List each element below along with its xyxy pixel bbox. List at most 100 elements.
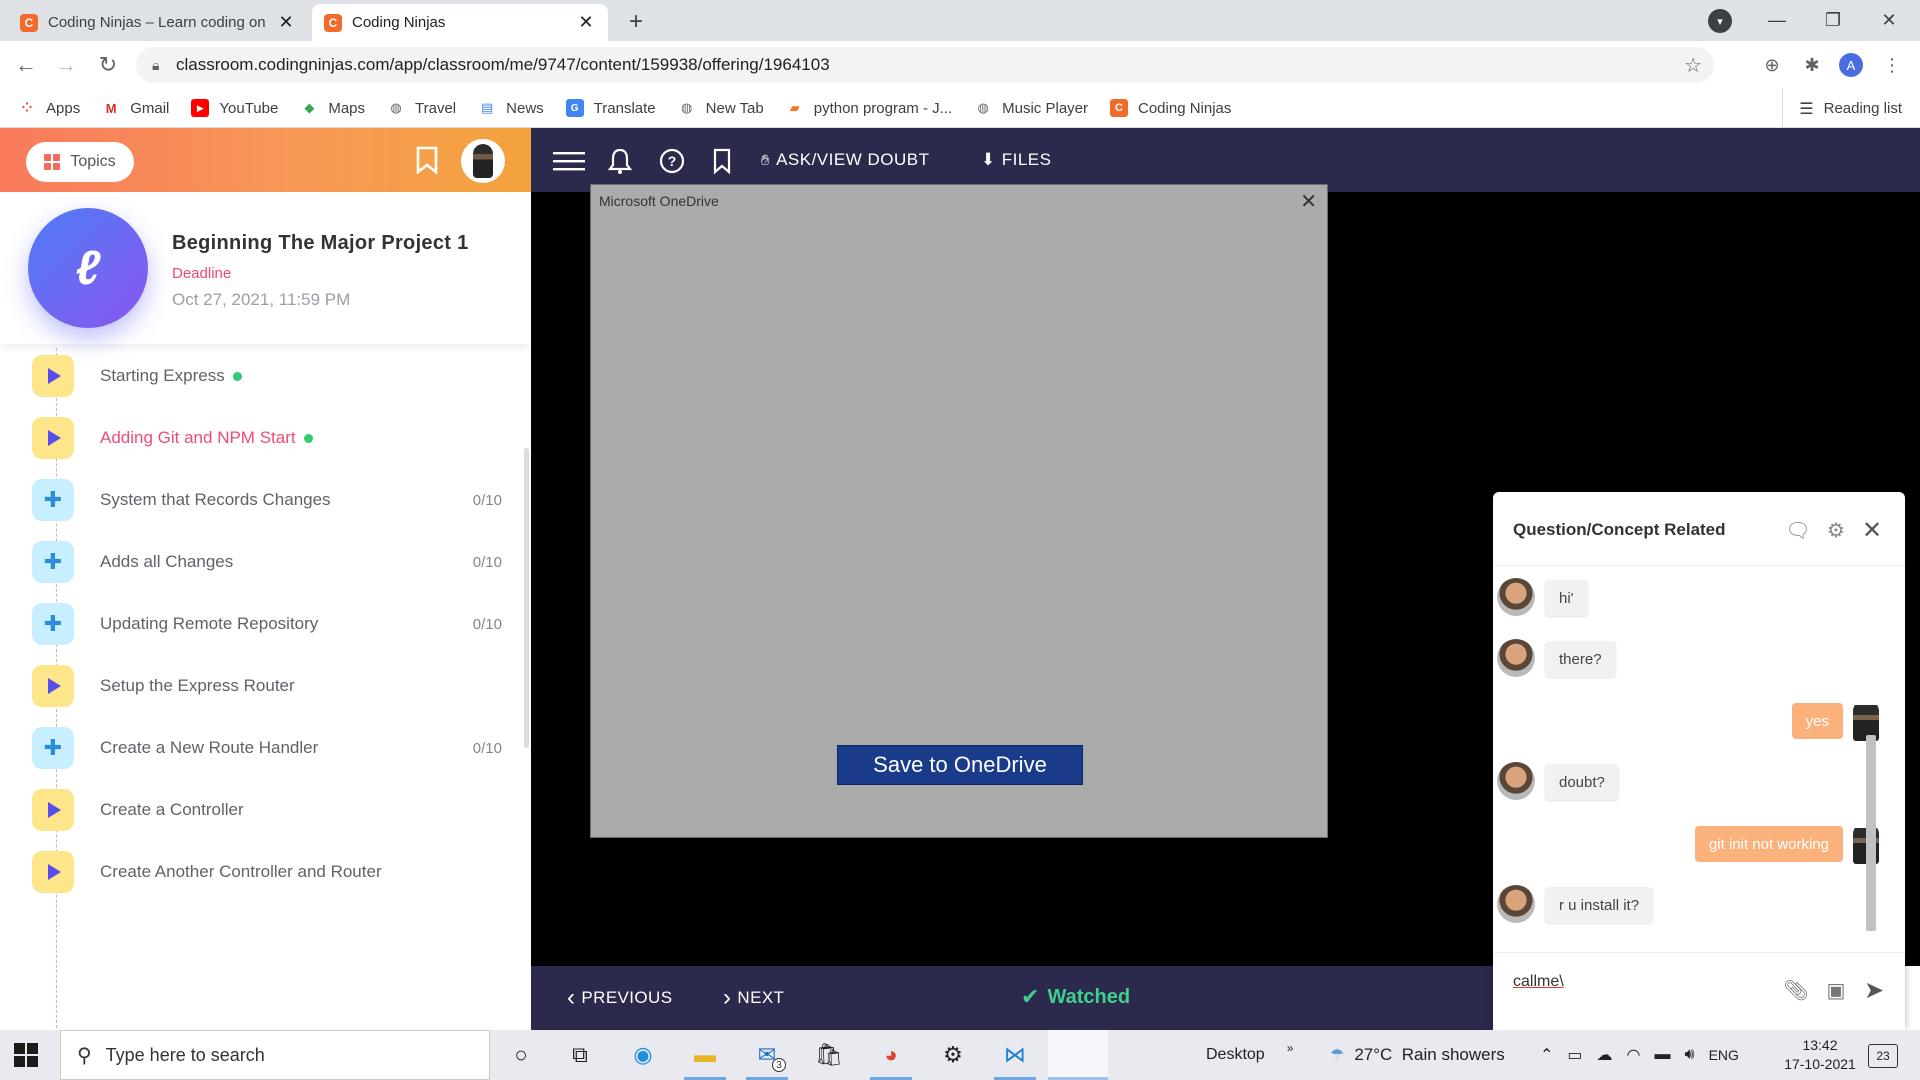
bookmark-icon[interactable] (707, 146, 737, 176)
tab-close-icon[interactable]: ✕ (576, 12, 596, 33)
restore-window-icon[interactable]: ❐ (1806, 0, 1860, 41)
new-tab-button[interactable]: + (620, 6, 652, 38)
scroll-down-icon[interactable] (1725, 947, 1751, 973)
extensions-puzzle-icon[interactable]: ✱ (1800, 53, 1824, 77)
back-icon[interactable]: ← (10, 49, 42, 81)
help-icon[interactable]: ? (657, 146, 687, 176)
wifi-icon[interactable]: ◠ (1627, 1045, 1641, 1065)
microsoft-store-icon[interactable]: 🛍︎ (804, 1038, 854, 1072)
lock-icon[interactable]: 🔒︎ (152, 57, 166, 74)
gear-icon[interactable]: ⚙ (1823, 518, 1849, 542)
tab-search-icon[interactable]: ▾ (1708, 9, 1732, 33)
sidebar-scrollbar[interactable] (524, 448, 529, 748)
volume-icon[interactable]: 🔊︎ (1685, 1046, 1695, 1064)
content-item-another-controller[interactable]: Create Another Controller and Router (32, 844, 502, 900)
url-bar[interactable]: 🔒︎ classroom.codingninjas.com/app/classr… (136, 47, 1714, 83)
onedrive-cloud-icon[interactable]: ☁ (1597, 1045, 1613, 1065)
file-explorer-icon[interactable]: ▬ (680, 1038, 730, 1080)
item-score: 0/10 (472, 553, 502, 571)
content-item-label: Create a Controller (100, 800, 454, 820)
chrome-icon[interactable]: ◕ (866, 1038, 916, 1080)
send-icon[interactable]: ➤ (1861, 977, 1887, 1004)
hamburger-menu-icon[interactable] (551, 146, 587, 176)
translate-extension-icon[interactable]: ⊕ (1760, 53, 1784, 77)
onedrive-dialog-title: Microsoft OneDrive (599, 193, 719, 209)
cortana-icon[interactable]: ○ (496, 1038, 546, 1072)
weather-widget[interactable]: ☂ 27°C Rain showers (1330, 1030, 1505, 1080)
minimize-window-icon[interactable]: — (1750, 0, 1804, 41)
content-item-create-controller[interactable]: Create a Controller (32, 782, 502, 838)
content-item-system-records[interactable]: ✚ System that Records Changes 0/10 (32, 472, 502, 528)
paperclip-icon[interactable]: 📎︎ (1783, 977, 1809, 1003)
reload-icon[interactable]: ↻ (92, 49, 124, 81)
bookmark-label: Gmail (130, 99, 170, 117)
browser-tab-2[interactable]: C Coding Ninjas ✕ (312, 4, 608, 41)
language-indicator[interactable]: ENG (1709, 1047, 1739, 1063)
vscode-icon[interactable]: ⋈ (990, 1038, 1040, 1080)
bookmark-maps[interactable]: ◆ Maps (300, 99, 365, 117)
bookmark-travel[interactable]: ◍ Travel (387, 99, 456, 117)
content-item-label: Starting Express (100, 366, 454, 386)
previous-button[interactable]: ‹ PREVIOUS (567, 986, 672, 1010)
globe-icon: ◍ (977, 100, 989, 115)
files-button[interactable]: ⬇︎ FILES (981, 150, 1052, 170)
content-item-adding-git[interactable]: Adding Git and NPM Start (32, 410, 502, 466)
bookmark-new-tab[interactable]: ◍ New Tab (678, 99, 764, 117)
taskbar-active-app[interactable] (1048, 1030, 1108, 1080)
browser-menu-icon[interactable]: ⋮ (1880, 53, 1904, 77)
chevron-up-icon[interactable]: ⌃ (1540, 1045, 1553, 1065)
mail-icon[interactable]: ✉ 3 (742, 1038, 792, 1080)
bookmark-youtube[interactable]: ▶ YouTube (191, 99, 278, 117)
image-upload-icon[interactable]: ▣ (1823, 977, 1849, 1003)
content-item-starting-express[interactable]: Starting Express (32, 348, 502, 404)
save-to-onedrive-button[interactable]: Save to OneDrive (837, 745, 1083, 785)
tab-close-icon[interactable]: ✕ (276, 12, 296, 33)
content-item-label: Adding Git and NPM Start (100, 428, 454, 448)
battery-icon[interactable]: ▬ (1655, 1046, 1671, 1064)
edge-icon[interactable]: ◉ (618, 1038, 668, 1072)
system-clock[interactable]: 13:42 17-10-2021 (1770, 1036, 1870, 1074)
notification-center-icon[interactable]: 23 (1868, 1044, 1898, 1068)
clock-date: 17-10-2021 (1784, 1056, 1856, 1072)
bookmark-label: Travel (415, 99, 457, 117)
content-item-new-route-handler[interactable]: ✚ Create a New Route Handler 0/10 (32, 720, 502, 776)
puzzle-icon: ✚ (32, 727, 74, 769)
user-avatar[interactable] (461, 139, 505, 183)
bookmark-star-icon[interactable]: ☆ (1684, 53, 1702, 78)
network-device-icon[interactable]: ▭ (1567, 1045, 1582, 1065)
bookmark-translate[interactable]: G Translate (565, 99, 656, 117)
windows-start-icon[interactable] (14, 1043, 38, 1067)
taskbar-search-box[interactable]: ⚲ Type here to search (60, 1030, 490, 1080)
bookmark-news[interactable]: ▤ News (478, 99, 544, 117)
task-view-icon[interactable]: ⧉ (555, 1038, 605, 1072)
topics-button[interactable]: Topics (26, 142, 134, 182)
close-window-icon[interactable]: ✕ (1862, 0, 1916, 41)
profile-avatar[interactable]: A (1839, 53, 1863, 77)
bookmark-gmail[interactable]: M Gmail (102, 99, 170, 117)
bell-icon[interactable] (605, 146, 635, 176)
bookmark-python-program[interactable]: ▰ python program - J... (786, 99, 952, 117)
chat-message-input[interactable]: callme\ (1513, 973, 1564, 991)
close-icon[interactable]: ✕ (1300, 189, 1317, 214)
ask-doubt-button[interactable]: ✋︎ ASK/VIEW DOUBT (761, 150, 929, 170)
reading-list-button[interactable]: ☰ Reading list (1782, 89, 1902, 128)
bookmark-coding-ninjas[interactable]: C Coding Ninjas (1110, 99, 1231, 117)
watched-status[interactable]: ✔ Watched (1021, 984, 1130, 1010)
chat-scrollbar[interactable] (1866, 735, 1876, 931)
next-button[interactable]: › NEXT (723, 986, 784, 1010)
bookmark-music-player[interactable]: ◍ Music Player (974, 99, 1088, 117)
desktop-toolbar[interactable]: Desktop » (1206, 1030, 1293, 1080)
mark-resolved-icon[interactable]: 🗨︎ (1785, 518, 1811, 542)
puzzle-icon: ✚ (32, 541, 74, 583)
clock-time: 13:42 (1802, 1037, 1838, 1053)
bookmark-icon[interactable] (414, 146, 440, 174)
browser-tab-1[interactable]: C Coding Ninjas – Learn coding on ✕ (8, 4, 308, 41)
gmail-icon: M (105, 100, 117, 116)
close-icon[interactable]: ✕ (1859, 517, 1885, 544)
content-item-updating-remote[interactable]: ✚ Updating Remote Repository 0/10 (32, 596, 502, 652)
bookmark-apps[interactable]: ⁘ Apps (18, 99, 81, 117)
settings-gear-icon[interactable]: ⚙ (928, 1038, 978, 1072)
content-item-setup-router[interactable]: Setup the Express Router (32, 658, 502, 714)
content-item-adds-all-changes[interactable]: ✚ Adds all Changes 0/10 (32, 534, 502, 590)
forward-icon[interactable]: → (50, 49, 82, 81)
